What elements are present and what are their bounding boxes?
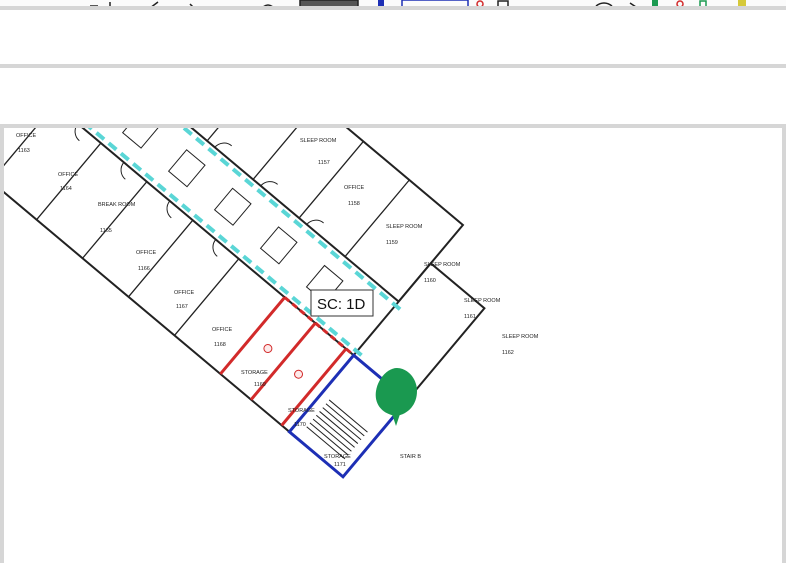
room-label: OFFICE xyxy=(136,250,156,256)
room-number: 1171 xyxy=(334,462,346,468)
room-label: OFFICE xyxy=(58,172,78,178)
room-number: 1162 xyxy=(502,350,514,356)
room-label: SLEEP ROOM xyxy=(424,262,461,268)
room-label: SLEEP ROOM xyxy=(502,334,539,340)
room-label: STORAGE xyxy=(324,454,351,460)
floor-plan-map[interactable]: OFFICE 1163 OFFICE 1164 BREAK ROOM 1165 … xyxy=(0,124,786,563)
room-number: 1164 xyxy=(60,186,72,192)
room-label: SLEEP ROOM xyxy=(300,138,337,144)
previous-map-strip xyxy=(0,0,786,10)
room-number: 1165 xyxy=(100,228,112,234)
room-number: 1170 xyxy=(294,422,306,428)
room-number: 1166 xyxy=(138,266,150,272)
room-label: SLEEP ROOM xyxy=(386,224,423,230)
room-label: STAIR B xyxy=(400,454,421,460)
room-number: 1169 xyxy=(254,382,266,388)
room-number: 1157 xyxy=(318,160,330,166)
room-label: OFFICE xyxy=(16,133,36,139)
room-label: OFFICE xyxy=(212,327,232,333)
room-label: OFFICE xyxy=(174,290,194,296)
room-label: STORAGE xyxy=(288,408,315,414)
room-label: SLEEP ROOM xyxy=(464,298,501,304)
room-label: STORAGE xyxy=(241,370,268,376)
section-label: SC: 1D xyxy=(317,296,366,313)
room-number: 1161 xyxy=(464,314,476,320)
room-number: 1167 xyxy=(176,304,188,310)
room-number: 1163 xyxy=(18,148,30,154)
room-label: OFFICE xyxy=(344,185,364,191)
room-number: 1168 xyxy=(214,342,226,348)
room-number: 1159 xyxy=(386,240,398,246)
room-label: BREAK ROOM xyxy=(98,202,136,208)
section-callout: SC: 1D xyxy=(310,289,374,317)
room-number: 1158 xyxy=(348,201,360,207)
room-number: 1160 xyxy=(424,278,436,284)
section-divider xyxy=(0,64,786,68)
